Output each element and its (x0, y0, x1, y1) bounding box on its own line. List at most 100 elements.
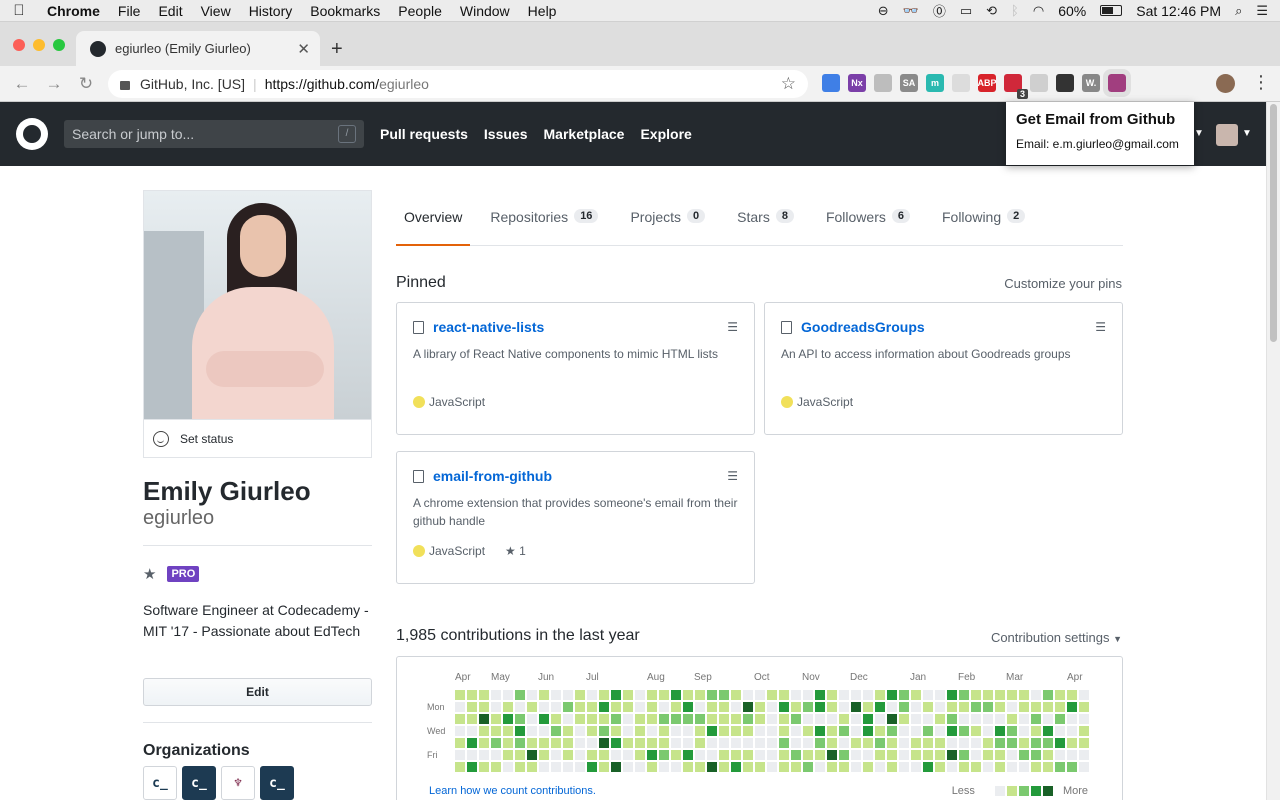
contribution-cell[interactable] (647, 702, 657, 712)
contribution-cell[interactable] (1055, 738, 1065, 748)
repo-name-link[interactable]: email-from-github (433, 468, 727, 484)
contribution-cell[interactable] (1019, 726, 1029, 736)
onenote-icon[interactable]: Nx (848, 74, 866, 92)
contribution-cell[interactable] (731, 762, 741, 772)
contribution-cell[interactable] (539, 714, 549, 724)
contribution-cell[interactable] (743, 726, 753, 736)
contribution-cell[interactable] (491, 690, 501, 700)
contribution-cell[interactable] (851, 714, 861, 724)
contribution-cell[interactable] (515, 738, 525, 748)
menu-view[interactable]: View (192, 3, 240, 19)
contribution-cell[interactable] (1079, 762, 1089, 772)
contribution-cell[interactable] (839, 762, 849, 772)
contribution-cell[interactable] (779, 726, 789, 736)
menu-history[interactable]: History (240, 3, 302, 19)
contribution-cell[interactable] (971, 690, 981, 700)
contribution-cell[interactable] (1007, 690, 1017, 700)
m-icon[interactable]: m (926, 74, 944, 92)
contribution-cell[interactable] (827, 762, 837, 772)
onepassword-menu-icon[interactable]: ⓪ (933, 1, 946, 20)
contribution-cell[interactable] (1067, 690, 1077, 700)
contribution-cell[interactable] (983, 762, 993, 772)
contribution-cell[interactable] (1055, 762, 1065, 772)
contribution-cell[interactable] (551, 714, 561, 724)
contribution-cell[interactable] (467, 714, 477, 724)
contribution-cell[interactable] (623, 726, 633, 736)
contribution-cell[interactable] (695, 762, 705, 772)
contribution-cell[interactable] (719, 750, 729, 760)
contribution-cell[interactable] (815, 738, 825, 748)
contribution-cell[interactable] (1007, 702, 1017, 712)
contribution-cell[interactable] (659, 714, 669, 724)
contribution-cell[interactable] (827, 702, 837, 712)
contribution-cell[interactable] (767, 714, 777, 724)
contribution-cell[interactable] (899, 738, 909, 748)
contribution-cell[interactable] (1019, 714, 1029, 724)
contribution-cell[interactable] (947, 738, 957, 748)
contribution-cell[interactable] (731, 738, 741, 748)
spotlight-icon[interactable]: ⌕ (1235, 3, 1242, 19)
tab-following[interactable]: Following 2 (934, 191, 1037, 246)
contribution-cell[interactable] (863, 750, 873, 760)
notification-center-icon[interactable]: ☰ (1256, 3, 1268, 19)
contribution-cell[interactable] (1055, 702, 1065, 712)
repo-name-link[interactable]: react-native-lists (433, 319, 727, 335)
repo-stars-link[interactable]: ★ 1 (505, 544, 526, 558)
contribution-cell[interactable] (647, 714, 657, 724)
contribution-cell[interactable] (875, 750, 885, 760)
contribution-cell[interactable] (743, 738, 753, 748)
contribution-cell[interactable] (959, 714, 969, 724)
contribution-cell[interactable] (719, 702, 729, 712)
contribution-cell[interactable] (1019, 690, 1029, 700)
contribution-cell[interactable] (539, 762, 549, 772)
contribution-cell[interactable] (695, 714, 705, 724)
contribution-cell[interactable] (923, 702, 933, 712)
menu-file[interactable]: File (109, 3, 150, 19)
contribution-cell[interactable] (887, 714, 897, 724)
contribution-cell[interactable] (1067, 702, 1077, 712)
contribution-cell[interactable] (1079, 726, 1089, 736)
contribution-cell[interactable] (959, 726, 969, 736)
clock[interactable]: Sat 12:46 PM (1136, 3, 1221, 19)
contribution-cell[interactable] (707, 738, 717, 748)
contribution-cell[interactable] (503, 726, 513, 736)
contribution-cell[interactable] (635, 726, 645, 736)
user-avatar[interactable] (1216, 124, 1238, 146)
profile-photo[interactable] (143, 190, 372, 420)
contribution-cell[interactable] (527, 690, 537, 700)
contribution-cell[interactable] (1043, 690, 1053, 700)
contribution-cell[interactable] (887, 762, 897, 772)
contribution-cell[interactable] (743, 702, 753, 712)
contribution-cell[interactable] (455, 750, 465, 760)
contribution-cell[interactable] (1043, 702, 1053, 712)
contribution-cell[interactable] (779, 738, 789, 748)
bookmark-star-icon[interactable]: ☆ (781, 74, 796, 94)
contribution-cell[interactable] (935, 750, 945, 760)
contribution-cell[interactable] (707, 702, 717, 712)
contribution-cell[interactable] (1067, 750, 1077, 760)
contribution-cell[interactable] (623, 762, 633, 772)
drag-handle-icon[interactable]: ☰ (1095, 320, 1106, 334)
contribution-cell[interactable] (707, 690, 717, 700)
contribution-cell[interactable] (659, 738, 669, 748)
forward-icon[interactable]: → (38, 74, 70, 94)
contribution-cell[interactable] (767, 762, 777, 772)
contribution-cell[interactable] (719, 714, 729, 724)
contribution-cell[interactable] (719, 762, 729, 772)
contribution-cell[interactable] (827, 690, 837, 700)
contribution-cell[interactable] (671, 726, 681, 736)
customize-pins-link[interactable]: Customize your pins (1004, 276, 1122, 291)
contribution-cell[interactable] (731, 714, 741, 724)
contribution-cell[interactable] (839, 738, 849, 748)
contribution-cell[interactable] (719, 738, 729, 748)
contribution-cell[interactable] (479, 702, 489, 712)
contribution-cell[interactable] (599, 714, 609, 724)
menu-people[interactable]: People (389, 3, 451, 19)
contribution-cell[interactable] (1031, 738, 1041, 748)
onepassword-icon[interactable] (1056, 74, 1074, 92)
contribution-cell[interactable] (947, 726, 957, 736)
contribution-cell[interactable] (575, 738, 585, 748)
contribution-cell[interactable] (791, 762, 801, 772)
contribution-cell[interactable] (455, 762, 465, 772)
contribution-cell[interactable] (1031, 714, 1041, 724)
